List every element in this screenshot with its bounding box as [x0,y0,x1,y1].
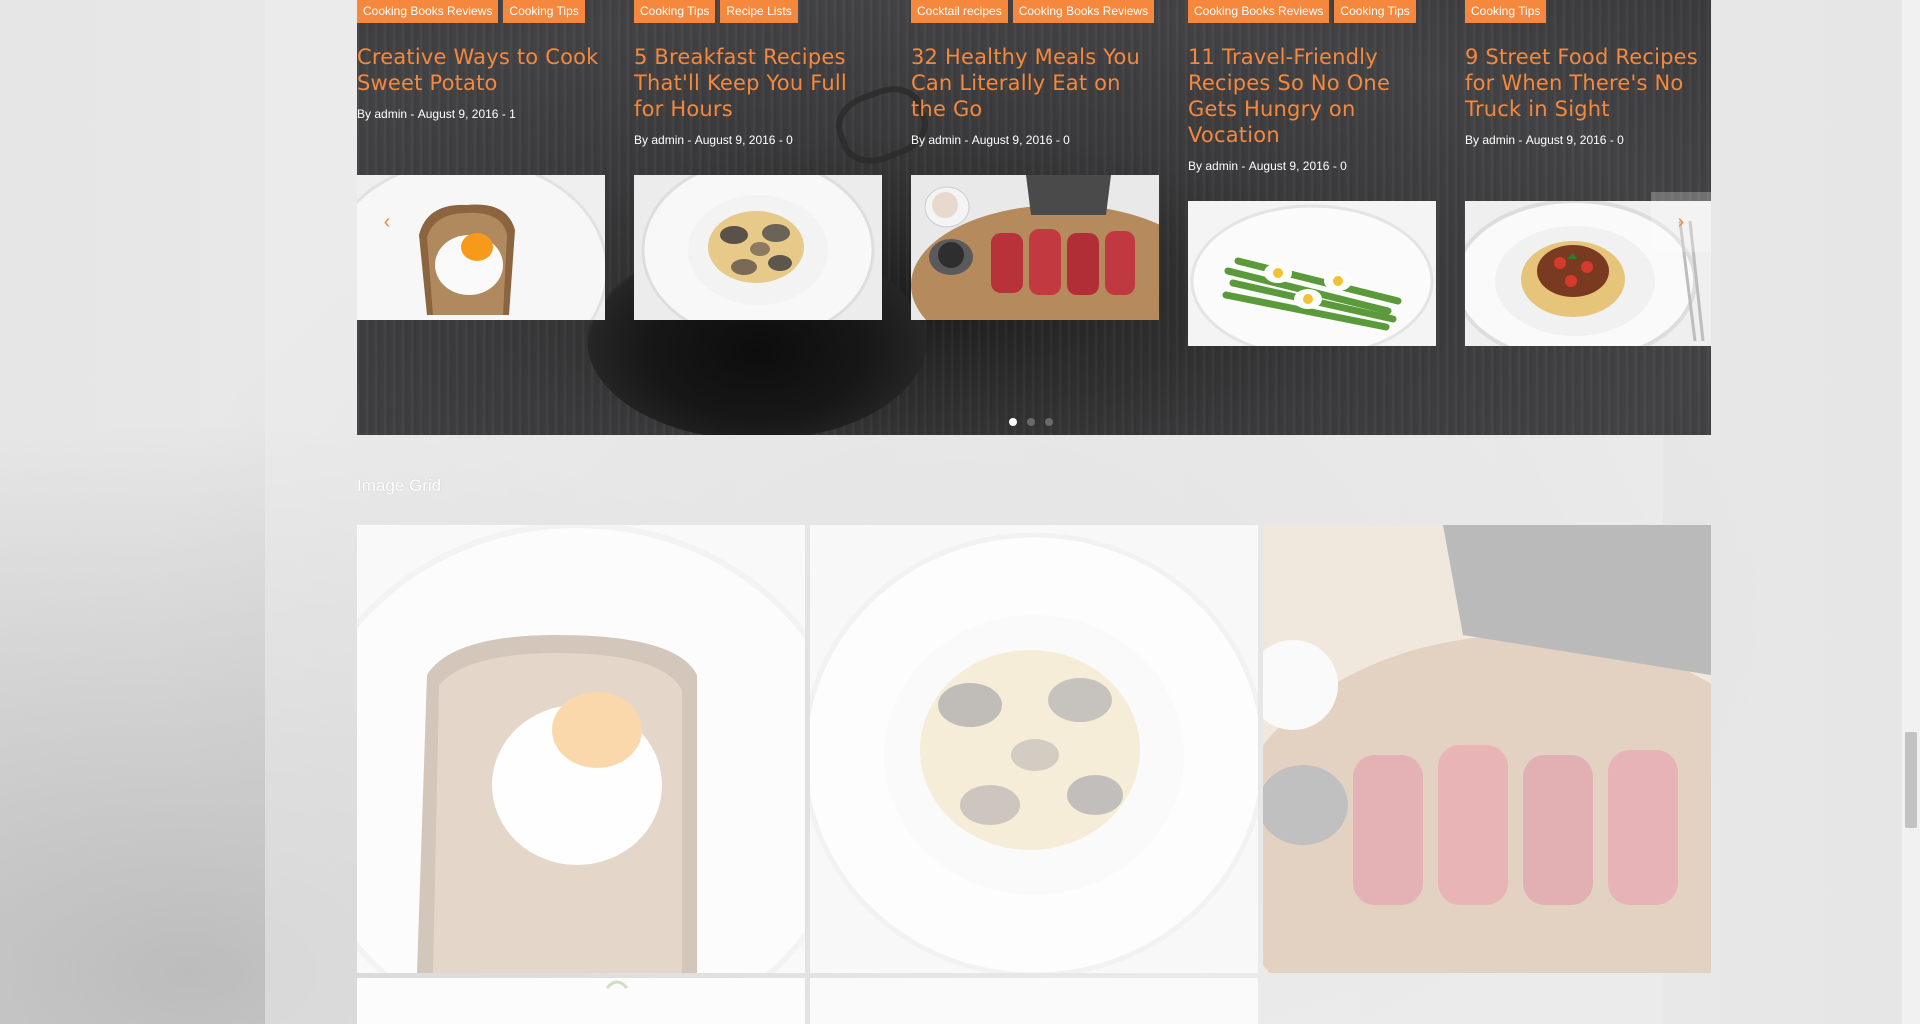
author-prefix: By [357,107,372,121]
carousel-card: Cocktail recipes Cooking Books Reviews 3… [911,0,1159,148]
post-meta: By admin - August 9, 2016 - 0 [1465,132,1711,148]
carousel-dot-3[interactable] [1045,418,1053,426]
post-title-link[interactable]: Creative Ways to Cook Sweet Potato [357,44,605,96]
meta-sep: - [1241,159,1249,173]
card-tags: Cooking Tips [1465,0,1711,24]
carousel-next-button[interactable]: › [1651,192,1711,252]
carousel-card: Cooking Books Reviews Cooking Tips 11 Tr… [1188,0,1436,174]
grid-image-clam-pasta[interactable] [810,525,1258,973]
author-link[interactable]: admin [374,107,407,121]
section-title-image-grid: Image Grid [357,476,442,495]
category-tag[interactable]: Cooking Tips [1334,0,1416,23]
author-link[interactable]: admin [1482,133,1515,147]
post-title-link[interactable]: 32 Healthy Meals You Can Literally Eat o… [911,44,1159,122]
lamb-chops-image[interactable] [911,175,1159,320]
post-date: August 9, 2016 [1248,159,1330,173]
grid-image-lamb-chops[interactable] [1263,525,1711,973]
carousel-card: Cooking Tips Recipe Lists 5 Breakfast Re… [634,0,882,148]
category-tag[interactable]: Cooking Books Reviews [357,0,499,23]
carousel-card: Cooking Tips 9 Street Food Recipes for W… [1465,0,1711,148]
carousel-card: Cooking Books Reviews Cooking Tips Creat… [357,0,605,122]
comment-count[interactable]: 1 [509,107,516,121]
comment-count[interactable]: 0 [1063,133,1070,147]
carousel-prev-button[interactable]: ‹ [357,192,417,252]
post-meta: By admin - August 9, 2016 - 0 [1188,158,1436,174]
category-tag[interactable]: Cooking Tips [503,0,585,23]
meta-sep: - [1518,133,1526,147]
grid-overlay [810,525,1258,973]
post-meta: By admin - August 9, 2016 - 1 [357,106,605,122]
meta-sep: - [687,133,695,147]
asparagus-egg-image[interactable] [1188,201,1436,346]
meta-sep: - [410,107,418,121]
author-link[interactable]: admin [1205,159,1238,173]
meta-sep: - [964,133,972,147]
chevron-right-icon: › [1677,210,1685,233]
page-scrollbar-track[interactable] [1902,0,1920,1024]
category-tag[interactable]: Cocktail recipes [911,0,1008,23]
carousel-dot-2[interactable] [1027,418,1035,426]
category-tag[interactable]: Cooking Tips [634,0,716,23]
grid-overlay [810,978,1258,1024]
grid-image-asparagus[interactable] [357,978,805,1024]
post-title-link[interactable]: 5 Breakfast Recipes That'll Keep You Ful… [634,44,882,122]
chevron-left-icon: ‹ [383,210,391,233]
comment-count[interactable]: 0 [786,133,793,147]
post-title-link[interactable]: 9 Street Food Recipes for When There's N… [1465,44,1711,122]
post-title-link[interactable]: 11 Travel-Friendly Recipes So No One Get… [1188,44,1436,148]
author-link[interactable]: admin [651,133,684,147]
category-tag[interactable]: Cooking Books Reviews [1188,0,1330,23]
post-date: August 9, 2016 [417,107,499,121]
carousel-dot-1[interactable] [1009,418,1017,426]
author-prefix: By [1188,159,1203,173]
post-meta: By admin - August 9, 2016 - 0 [634,132,882,148]
comment-count[interactable]: 0 [1617,133,1624,147]
post-meta: By admin - August 9, 2016 - 0 [911,132,1159,148]
post-date: August 9, 2016 [694,133,776,147]
category-tag[interactable]: Cooking Books Reviews [1012,0,1155,23]
author-prefix: By [634,133,649,147]
post-date: August 9, 2016 [971,133,1053,147]
card-tags: Cooking Books Reviews Cooking Tips [357,0,605,24]
post-date: August 9, 2016 [1525,133,1607,147]
grid-overlay [357,978,805,1024]
author-prefix: By [911,133,926,147]
author-link[interactable]: admin [928,133,961,147]
comment-count[interactable]: 0 [1340,159,1347,173]
post-carousel: Cooking Books Reviews Cooking Tips Creat… [357,0,1711,435]
category-tag[interactable]: Recipe Lists [720,0,798,23]
card-tags: Cooking Tips Recipe Lists [634,0,882,24]
grid-image-spaghetti[interactable] [810,978,1258,1024]
author-prefix: By [1465,133,1480,147]
grid-overlay [1263,525,1711,973]
carousel-pagination [1009,418,1053,426]
page-scrollbar-thumb[interactable] [1905,732,1917,828]
card-tags: Cooking Books Reviews Cooking Tips [1188,0,1436,24]
card-tags: Cocktail recipes Cooking Books Reviews [911,0,1159,24]
clam-pasta-image[interactable] [634,175,882,320]
category-tag[interactable]: Cooking Tips [1465,0,1547,23]
grid-overlay [357,525,805,973]
grid-image-egg-toast[interactable] [357,525,805,973]
